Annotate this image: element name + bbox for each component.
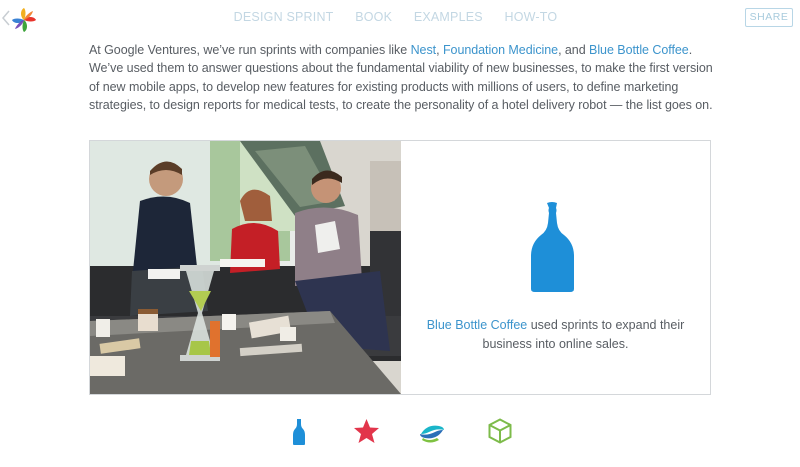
foundation-medicine-link[interactable]: Foundation Medicine (443, 43, 558, 57)
intro-text-1: At Google Ventures, we’ve run sprints wi… (89, 43, 411, 57)
blue-bottle-icon (531, 202, 574, 292)
blue-bottle-caption-link[interactable]: Blue Bottle Coffee (427, 318, 528, 332)
intro-paragraph: At Google Ventures, we’ve run sprints wi… (89, 41, 719, 114)
feature-summary: Blue Bottle Coffee used sprints to expan… (401, 141, 710, 394)
nav-design-sprint[interactable]: DESIGN SPRINT (234, 10, 334, 24)
foundation-medicine-icon[interactable] (417, 418, 447, 446)
nest-link[interactable]: Nest (411, 43, 437, 57)
nav-how-to[interactable]: HOW-TO (505, 10, 558, 24)
feature-case-study: Blue Bottle Coffee used sprints to expan… (89, 140, 711, 395)
blue-bottle-coffee-link[interactable]: Blue Bottle Coffee (589, 43, 689, 57)
company-icon-row (0, 418, 800, 448)
blue-bottle-icon[interactable] (292, 418, 306, 446)
team-sprint-photo (90, 141, 401, 394)
intro-separator-1: , (436, 43, 443, 57)
nav-examples[interactable]: EXAMPLES (414, 10, 483, 24)
cube-icon[interactable] (488, 418, 512, 444)
star-icon[interactable] (353, 418, 380, 444)
nav-book[interactable]: BOOK (355, 10, 392, 24)
intro-separator-2: , and (558, 43, 590, 57)
main-nav: DESIGN SPRINT BOOK EXAMPLES HOW-TO (0, 10, 800, 24)
share-button[interactable]: SHARE (745, 8, 793, 27)
feature-caption: Blue Bottle Coffee used sprints to expan… (421, 316, 690, 353)
top-bar: DESIGN SPRINT BOOK EXAMPLES HOW-TO SHARE (0, 0, 800, 36)
